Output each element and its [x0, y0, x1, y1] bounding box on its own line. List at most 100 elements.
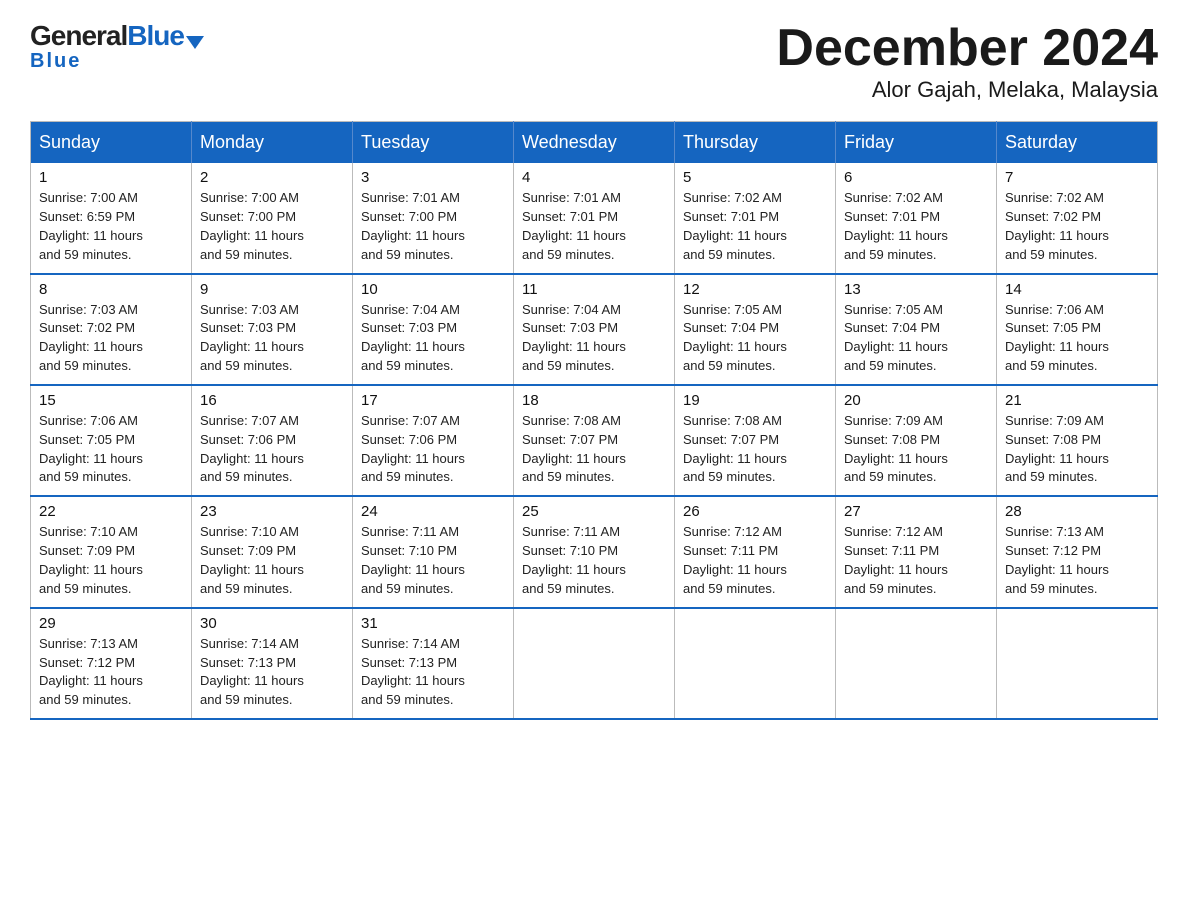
daylight-minutes: and 59 minutes.: [361, 581, 454, 596]
sunrise-label: Sunrise: 7:00 AM: [39, 190, 138, 205]
day-info: Sunrise: 7:00 AMSunset: 6:59 PMDaylight:…: [39, 189, 183, 264]
logo-general-text: GeneralBlue: [30, 20, 184, 52]
day-number: 16: [200, 392, 344, 409]
day-number: 13: [844, 281, 988, 298]
calendar-day-cell: 31 Sunrise: 7:14 AMSunset: 7:13 PMDayligh…: [353, 608, 514, 719]
sunset-label: Sunset: 7:09 PM: [200, 543, 296, 558]
empty-cell: [836, 608, 997, 719]
sunset-label: Sunset: 7:10 PM: [361, 543, 457, 558]
logo-blue-label: Blue: [30, 50, 81, 73]
day-number: 17: [361, 392, 505, 409]
empty-cell: [997, 608, 1158, 719]
sunrise-label: Sunrise: 7:01 AM: [361, 190, 460, 205]
day-info: Sunrise: 7:09 AMSunset: 7:08 PMDaylight:…: [844, 412, 988, 487]
day-info: Sunrise: 7:02 AMSunset: 7:01 PMDaylight:…: [683, 189, 827, 264]
daylight-minutes: and 59 minutes.: [1005, 358, 1098, 373]
daylight-label: Daylight: 11 hours: [1005, 451, 1109, 466]
day-number: 31: [361, 615, 505, 632]
calendar-day-cell: 2Sunrise: 7:00 AMSunset: 7:00 PMDaylight…: [192, 163, 353, 273]
sunrise-label: Sunrise: 7:12 AM: [683, 524, 782, 539]
day-info: Sunrise: 7:03 AMSunset: 7:03 PMDaylight:…: [200, 301, 344, 376]
daylight-label: Daylight: 11 hours: [844, 451, 948, 466]
daylight-label: Daylight: 11 hours: [39, 562, 143, 577]
calendar-day-cell: 3Sunrise: 7:01 AMSunset: 7:00 PMDaylight…: [353, 163, 514, 273]
sunset-label: Sunset: 7:07 PM: [522, 432, 618, 447]
day-number: 25: [522, 503, 666, 520]
calendar-day-cell: 4Sunrise: 7:01 AMSunset: 7:01 PMDaylight…: [514, 163, 675, 273]
day-info: Sunrise: 7:14 AMSunset: 7:13 PMDaylight:…: [361, 635, 505, 710]
daylight-label: Daylight: 11 hours: [361, 562, 465, 577]
calendar-day-cell: 28Sunrise: 7:13 AMSunset: 7:12 PMDayligh…: [997, 496, 1158, 607]
day-number: 8: [39, 281, 183, 298]
sunset-label: Sunset: 7:12 PM: [1005, 543, 1101, 558]
column-header-sunday: Sunday: [31, 122, 192, 164]
daylight-minutes: and 59 minutes.: [200, 358, 293, 373]
day-number: 15: [39, 392, 183, 409]
sunrise-label: Sunrise: 7:07 AM: [200, 413, 299, 428]
sunset-label: Sunset: 7:04 PM: [844, 320, 940, 335]
day-number: 1: [39, 169, 183, 186]
sunrise-label: Sunrise: 7:04 AM: [361, 302, 460, 317]
daylight-label: Daylight: 11 hours: [844, 228, 948, 243]
daylight-label: Daylight: 11 hours: [200, 562, 304, 577]
sunrise-label: Sunrise: 7:13 AM: [1005, 524, 1104, 539]
day-info: Sunrise: 7:12 AMSunset: 7:11 PMDaylight:…: [844, 523, 988, 598]
day-number: 5: [683, 169, 827, 186]
day-number: 9: [200, 281, 344, 298]
calendar-day-cell: 10Sunrise: 7:04 AMSunset: 7:03 PMDayligh…: [353, 274, 514, 385]
daylight-label: Daylight: 11 hours: [39, 228, 143, 243]
sunrise-label: Sunrise: 7:07 AM: [361, 413, 460, 428]
daylight-minutes: and 59 minutes.: [39, 469, 132, 484]
day-info: Sunrise: 7:03 AMSunset: 7:02 PMDaylight:…: [39, 301, 183, 376]
day-info: Sunrise: 7:10 AMSunset: 7:09 PMDaylight:…: [39, 523, 183, 598]
column-header-friday: Friday: [836, 122, 997, 164]
calendar-day-cell: 8 Sunrise: 7:03 AMSunset: 7:02 PMDaylight…: [31, 274, 192, 385]
daylight-label: Daylight: 11 hours: [1005, 228, 1109, 243]
sunrise-label: Sunrise: 7:03 AM: [200, 302, 299, 317]
day-info: Sunrise: 7:10 AMSunset: 7:09 PMDaylight:…: [200, 523, 344, 598]
day-number: 30: [200, 615, 344, 632]
daylight-minutes: and 59 minutes.: [361, 469, 454, 484]
daylight-minutes: and 59 minutes.: [361, 692, 454, 707]
sunset-label: Sunset: 7:11 PM: [683, 543, 778, 558]
daylight-label: Daylight: 11 hours: [200, 673, 304, 688]
day-info: Sunrise: 7:06 AMSunset: 7:05 PMDaylight:…: [1005, 301, 1149, 376]
daylight-minutes: and 59 minutes.: [522, 247, 615, 262]
day-number: 10: [361, 281, 505, 298]
day-info: Sunrise: 7:04 AMSunset: 7:03 PMDaylight:…: [522, 301, 666, 376]
calendar-day-cell: 25Sunrise: 7:11 AMSunset: 7:10 PMDayligh…: [514, 496, 675, 607]
calendar-week-row: 15Sunrise: 7:06 AMSunset: 7:05 PMDayligh…: [31, 385, 1158, 496]
calendar-day-cell: 20Sunrise: 7:09 AMSunset: 7:08 PMDayligh…: [836, 385, 997, 496]
calendar-week-row: 1 Sunrise: 7:00 AMSunset: 6:59 PMDaylight…: [31, 163, 1158, 273]
sunset-label: Sunset: 7:12 PM: [39, 655, 135, 670]
daylight-label: Daylight: 11 hours: [361, 451, 465, 466]
calendar-day-cell: 15Sunrise: 7:06 AMSunset: 7:05 PMDayligh…: [31, 385, 192, 496]
sunset-label: Sunset: 7:03 PM: [361, 320, 457, 335]
day-number: 21: [1005, 392, 1149, 409]
daylight-label: Daylight: 11 hours: [522, 562, 626, 577]
page-subtitle: Alor Gajah, Melaka, Malaysia: [776, 77, 1158, 103]
daylight-minutes: and 59 minutes.: [200, 581, 293, 596]
calendar-day-cell: 22Sunrise: 7:10 AMSunset: 7:09 PMDayligh…: [31, 496, 192, 607]
day-info: Sunrise: 7:08 AMSunset: 7:07 PMDaylight:…: [522, 412, 666, 487]
daylight-minutes: and 59 minutes.: [522, 358, 615, 373]
page-header: GeneralBlue Blue December 2024 Alor Gaja…: [30, 20, 1158, 103]
day-number: 28: [1005, 503, 1149, 520]
sunrise-label: Sunrise: 7:01 AM: [522, 190, 621, 205]
day-info: Sunrise: 7:11 AMSunset: 7:10 PMDaylight:…: [361, 523, 505, 598]
daylight-label: Daylight: 11 hours: [200, 451, 304, 466]
daylight-minutes: and 59 minutes.: [522, 469, 615, 484]
sunrise-label: Sunrise: 7:04 AM: [522, 302, 621, 317]
daylight-label: Daylight: 11 hours: [39, 451, 143, 466]
sunrise-label: Sunrise: 7:02 AM: [683, 190, 782, 205]
page-title: December 2024: [776, 20, 1158, 77]
logo-arrow-icon: [186, 36, 204, 49]
day-number: 11: [522, 281, 666, 298]
daylight-minutes: and 59 minutes.: [1005, 247, 1098, 262]
daylight-minutes: and 59 minutes.: [844, 469, 937, 484]
daylight-label: Daylight: 11 hours: [361, 228, 465, 243]
sunset-label: Sunset: 7:03 PM: [522, 320, 618, 335]
sunrise-label: Sunrise: 7:14 AM: [361, 636, 460, 651]
sunrise-label: Sunrise: 7:09 AM: [1005, 413, 1104, 428]
calendar-day-cell: 24Sunrise: 7:11 AMSunset: 7:10 PMDayligh…: [353, 496, 514, 607]
